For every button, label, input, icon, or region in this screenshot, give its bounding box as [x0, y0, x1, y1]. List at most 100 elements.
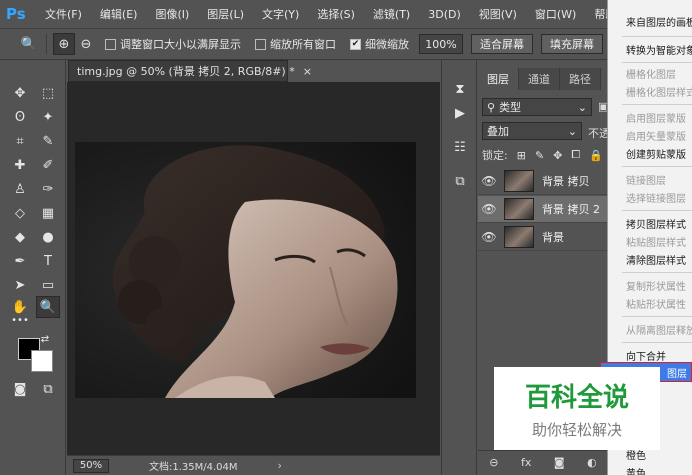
menu-bar: Ps 文件(F) 编辑(E) 图像(I) 图层(L) 文字(Y) 选择(S) 滤…: [0, 0, 692, 28]
checkbox-checked-icon[interactable]: ✔: [350, 38, 361, 50]
ctx-convert-smart-object[interactable]: 转换为智能对象: [626, 40, 692, 58]
eyedropper-icon[interactable]: ✎: [36, 130, 60, 152]
visibility-eye-icon[interactable]: 👁: [478, 230, 500, 244]
healing-brush-icon[interactable]: ✚: [8, 154, 32, 176]
ctx-copy-layer-style[interactable]: 拷贝图层样式: [626, 214, 686, 232]
layer-name: 背景 拷贝 2: [542, 203, 600, 216]
quick-mask-icon[interactable]: ◙: [8, 378, 32, 400]
menu-select[interactable]: 选择(S): [308, 6, 364, 22]
ctx-clear-layer-style[interactable]: 清除图层样式: [626, 250, 686, 268]
layer-row[interactable]: 👁 背景 拷贝: [478, 168, 608, 195]
menu-divider: [622, 104, 692, 105]
menu-file[interactable]: 文件(F): [36, 6, 91, 22]
history-panel-icon[interactable]: ⧗: [448, 78, 472, 100]
menu-image[interactable]: 图像(I): [146, 6, 198, 22]
ctx-create-clipping-mask[interactable]: 创建剪贴蒙版: [626, 144, 686, 162]
adjustments-panel-icon[interactable]: ⧉: [448, 170, 472, 192]
add-mask-icon[interactable]: ◙: [554, 456, 565, 469]
lasso-tool-icon[interactable]: ʘ: [8, 106, 32, 128]
more-tools-icon[interactable]: •••: [8, 314, 32, 326]
collapsed-panels: ⧗ ▶ ☷ ⧉: [441, 60, 477, 475]
lock-transparent-icon[interactable]: ⊞: [517, 149, 526, 162]
eraser-icon[interactable]: ◇: [8, 202, 32, 224]
scrubby-zoom-checkbox[interactable]: ✔ 细微缩放: [350, 36, 409, 52]
menu-filter[interactable]: 滤镜(T): [364, 6, 419, 22]
adjustment-layer-icon[interactable]: ◐: [587, 456, 597, 469]
zoom-out-icon[interactable]: ⊖: [75, 33, 97, 55]
zoom-all-checkbox[interactable]: 缩放所有窗口: [255, 36, 336, 52]
link-layers-icon[interactable]: ⊖: [489, 456, 498, 469]
tab-paths[interactable]: 路径: [560, 68, 601, 90]
fill-screen-button[interactable]: 填充屏幕: [541, 34, 603, 54]
gradient-tool-icon[interactable]: ▦: [36, 202, 60, 224]
menu-divider: [622, 62, 692, 63]
layer-row[interactable]: 👁 背景: [478, 224, 608, 251]
clone-stamp-icon[interactable]: ♙: [8, 178, 32, 200]
path-selection-icon[interactable]: ➤: [8, 274, 32, 296]
tab-channels[interactable]: 通道: [519, 68, 560, 90]
layer-name: 背景: [542, 231, 564, 244]
menu-divider: [622, 342, 692, 343]
ctx-artboard-from-layers[interactable]: 来自图层的画板: [626, 12, 692, 30]
menu-divider: [622, 36, 692, 37]
zoom-tool-icon[interactable]: 🔍: [36, 296, 60, 318]
menu-type[interactable]: 文字(Y): [253, 6, 308, 22]
history-brush-icon[interactable]: ✑: [36, 178, 60, 200]
zoom-in-icon[interactable]: ⊕: [53, 33, 75, 55]
background-color-swatch[interactable]: [31, 350, 53, 372]
layer-row-selected[interactable]: 👁 背景 拷贝 2: [478, 196, 608, 223]
zoom-tool-preset-icon[interactable]: 🔍: [18, 33, 40, 55]
move-tool-icon[interactable]: ✥: [8, 82, 32, 104]
pen-tool-icon[interactable]: ✒: [8, 250, 32, 272]
status-menu-arrow-icon[interactable]: ›: [278, 459, 282, 472]
menu-view[interactable]: 视图(V): [470, 6, 526, 22]
ctx-rasterize-style: 栅格化图层样式: [626, 87, 692, 99]
resize-windows-checkbox[interactable]: 调整窗口大小以满屏显示: [105, 36, 241, 52]
actions-play-icon[interactable]: ▶: [448, 102, 472, 124]
checkbox-box[interactable]: [105, 38, 116, 50]
lock-position-icon[interactable]: ✥: [553, 149, 562, 162]
tab-layers[interactable]: 图层: [478, 68, 519, 90]
menu-divider: [622, 316, 692, 317]
fit-screen-button[interactable]: 适合屏幕: [471, 34, 533, 54]
canvas-area[interactable]: [67, 82, 440, 455]
menu-window[interactable]: 窗口(W): [526, 6, 585, 22]
magic-wand-icon[interactable]: ✦: [36, 106, 60, 128]
blend-mode-value: 叠加: [487, 125, 509, 138]
layers-panel-tabs: 图层 通道 路径: [478, 68, 601, 90]
close-tab-icon[interactable]: ×: [303, 65, 312, 78]
layer-thumbnail: [504, 226, 534, 248]
swap-colors-icon[interactable]: ⇄: [38, 332, 52, 346]
screen-mode-icon[interactable]: ⧉: [36, 378, 60, 400]
layer-kind-filter[interactable]: ⚲ 类型 ⌄: [482, 98, 592, 116]
properties-panel-icon[interactable]: ☷: [448, 136, 472, 158]
fx-button[interactable]: fx: [521, 456, 531, 469]
layer-thumbnail: [504, 198, 534, 220]
dodge-tool-icon[interactable]: ●: [36, 226, 60, 248]
portrait-image: [75, 142, 416, 398]
kind-filter-label: 类型: [499, 101, 522, 114]
lock-image-icon[interactable]: ✎: [535, 149, 544, 162]
document-tab[interactable]: timg.jpg @ 50% (背景 拷贝 2, RGB/8#) * ×: [68, 60, 312, 82]
divider: [46, 34, 47, 54]
rectangle-tool-icon[interactable]: ▭: [36, 274, 60, 296]
blend-mode-select[interactable]: 叠加 ⌄: [482, 122, 582, 140]
marquee-tool-icon[interactable]: ⬚: [36, 82, 60, 104]
zoom-value-field[interactable]: 100%: [419, 34, 463, 54]
menu-3d[interactable]: 3D(D): [419, 8, 470, 21]
type-tool-icon[interactable]: T: [36, 250, 60, 272]
checkbox-box[interactable]: [255, 38, 266, 50]
menu-divider: [622, 272, 692, 273]
crop-tool-icon[interactable]: ⌗: [8, 130, 32, 152]
brush-tool-icon[interactable]: ✐: [36, 154, 60, 176]
blur-tool-icon[interactable]: ◆: [8, 226, 32, 248]
ctx-color-yellow[interactable]: 黄色: [626, 463, 646, 475]
visibility-eye-icon[interactable]: 👁: [478, 174, 500, 188]
lock-all-icon[interactable]: 🔒: [589, 149, 603, 162]
menu-edit[interactable]: 编辑(E): [91, 6, 147, 22]
lock-artboard-icon[interactable]: ⧠: [571, 148, 580, 162]
zoom-level-field[interactable]: 50%: [73, 458, 109, 473]
menu-layer[interactable]: 图层(L): [198, 6, 253, 22]
ctx-rasterize-layer: 栅格化图层: [626, 69, 676, 81]
visibility-eye-icon[interactable]: 👁: [478, 202, 500, 216]
